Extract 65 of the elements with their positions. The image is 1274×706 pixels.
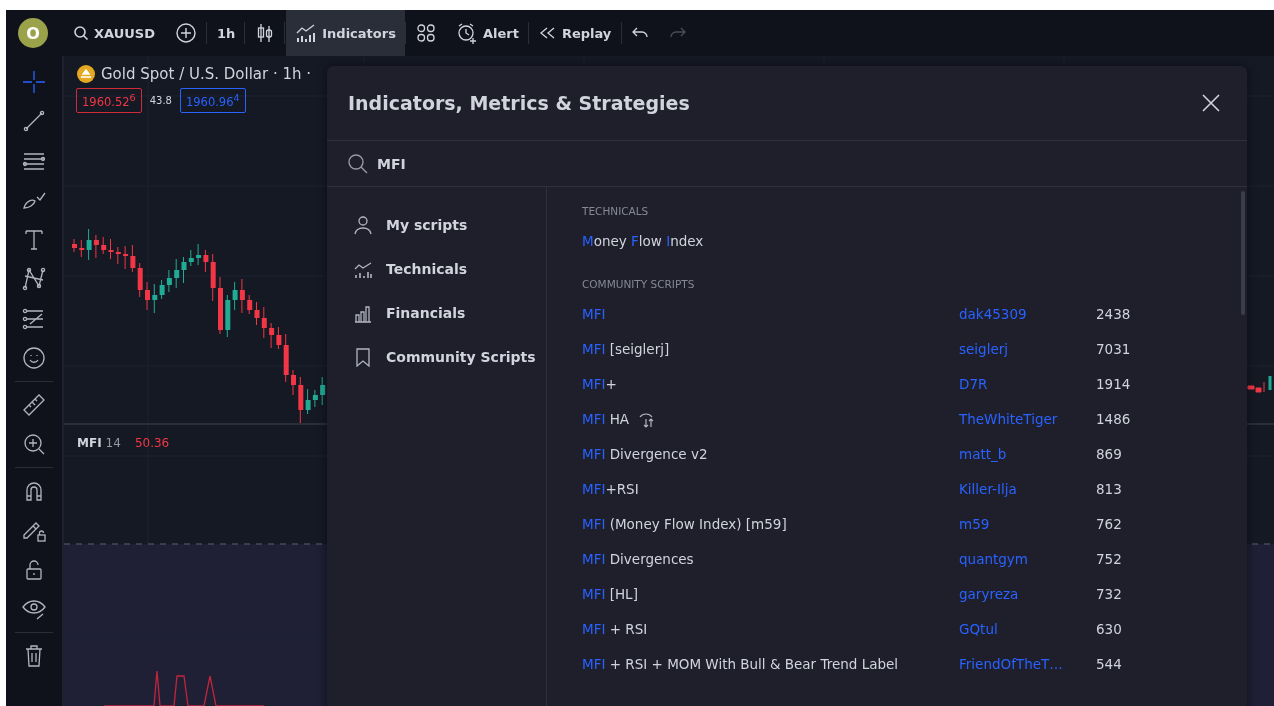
replay-button[interactable]: Replay [529, 10, 621, 56]
indicators-button[interactable]: Indicators [286, 10, 405, 56]
redo-icon [669, 26, 688, 40]
boost-count: 1914 [1096, 375, 1131, 392]
script-name[interactable]: MFI HA [582, 410, 630, 427]
bookmark-icon [353, 347, 373, 367]
category-item[interactable]: My scripts [327, 203, 546, 247]
alert-button[interactable]: Alert [446, 10, 528, 56]
script-name[interactable]: MFI + RSI [582, 620, 648, 637]
alarm-clock-icon [455, 22, 478, 44]
symbol-search-button[interactable]: XAUUSD [64, 10, 164, 56]
search-icon [73, 25, 89, 41]
boost-count: 7031 [1096, 340, 1131, 357]
search-input[interactable]: MFI [375, 154, 679, 173]
candle [291, 369, 296, 396]
candle [320, 376, 326, 406]
script-name[interactable]: MFI [seiglerj] [582, 340, 670, 357]
boost-count: 869 [1096, 445, 1122, 462]
boost-count: 2438 [1096, 305, 1131, 322]
indicator-item[interactable]: Money Flow Index [582, 223, 704, 258]
bar-chart-icon [353, 303, 373, 323]
category-item[interactable]: Financials [327, 291, 546, 335]
candle [145, 281, 150, 311]
candle [1268, 376, 1272, 390]
grid-icon [415, 23, 436, 43]
interval-button[interactable]: 1h [207, 10, 245, 56]
boost-count: 752 [1096, 550, 1122, 567]
boost-count: 813 [1096, 480, 1122, 497]
indicator-value: 50.36 [134, 436, 170, 450]
plus-icon [174, 22, 197, 44]
candle [218, 276, 223, 335]
rewind-icon [538, 26, 557, 40]
script-name[interactable]: MFI Divergences [582, 550, 694, 567]
spread-value: 43.8 [149, 94, 172, 106]
category-item[interactable]: Technicals [327, 247, 546, 291]
candle [72, 238, 77, 253]
script-name[interactable]: MFI+RSI [582, 480, 639, 497]
person-icon [353, 215, 373, 235]
coin-icon [76, 64, 96, 84]
undo-icon [631, 26, 650, 40]
category-item[interactable]: Community Scripts [327, 335, 546, 379]
script-name[interactable]: MFI [HL] [582, 585, 638, 602]
buy-price-button[interactable]: 1960.96$^{4}$ [179, 88, 246, 113]
symbol-title: Gold Spot / U.S. Dollar · 1h · [101, 65, 312, 83]
boost-count: 732 [1096, 585, 1122, 602]
search-icon [347, 152, 369, 175]
script-name[interactable]: MFI (Money Flow Index) [m59] [582, 515, 787, 532]
script-name[interactable]: MFI+ [582, 375, 617, 392]
indicator-length: 14 [105, 436, 121, 450]
pattern-icon [21, 266, 47, 293]
boost-count: 1486 [1096, 410, 1131, 427]
section-heading: COMMUNITY SCRIPTS [582, 278, 695, 292]
indicator-name: MFI [77, 436, 102, 450]
section-heading: TECHNICALS [582, 205, 649, 219]
boost-count: 762 [1096, 515, 1122, 532]
script-name[interactable]: MFI + RSI + MOM With Bull & Bear Trend Label [582, 655, 899, 672]
crosshair-icon [21, 68, 47, 95]
chart-icon [295, 23, 318, 43]
script-name[interactable]: MFI Divergence v2 [582, 445, 708, 462]
dialog-title: Indicators, Metrics & Strategies [348, 92, 690, 114]
sell-price-button[interactable]: 1960.52$^{6}$ [76, 88, 142, 113]
candles-drawing [1247, 381, 1265, 393]
boost-count: 544 [1096, 655, 1122, 672]
smiley-icon [21, 345, 47, 372]
boost-count: 630 [1096, 620, 1122, 637]
